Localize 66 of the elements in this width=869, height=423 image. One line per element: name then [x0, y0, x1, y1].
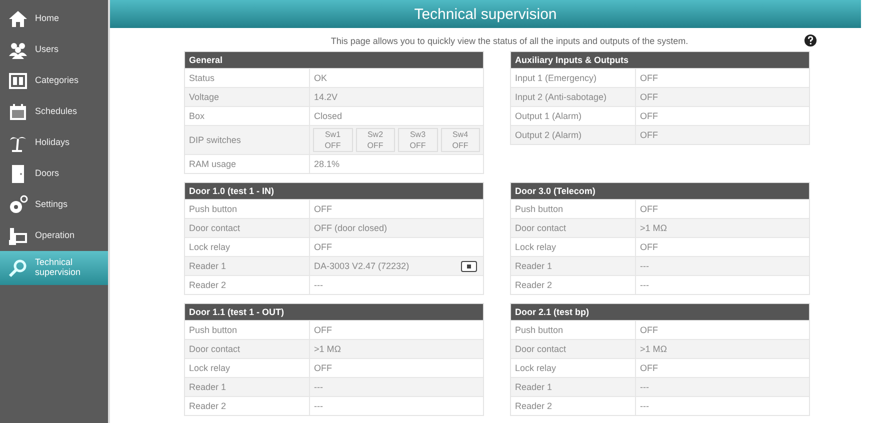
sidebar-item[interactable]: Home — [0, 3, 108, 34]
table-cell-text: OFF — [639, 241, 659, 254]
table-cell-text: Closed — [313, 110, 344, 123]
table-cell: RAM usage — [185, 155, 310, 173]
table-cell-text: 14.2V — [313, 91, 339, 104]
sidebar-item[interactable]: Technical supervision — [0, 251, 108, 285]
table-cell: Reader 2 — [185, 397, 310, 415]
sidebar-item[interactable]: Categories — [0, 65, 108, 96]
switch-value: OFF — [410, 140, 426, 151]
switch-value: OFF — [367, 140, 384, 151]
table-cell-text: --- — [639, 400, 650, 413]
panel-header: Auxiliary Inputs & Outputs — [511, 52, 809, 68]
switch-name: Sw4 — [452, 129, 468, 140]
table-cell-text: 28.1% — [313, 158, 341, 171]
table-cell-text: --- — [313, 279, 324, 292]
help-icon[interactable] — [804, 34, 817, 47]
table-cell-text: >1 MΩ — [639, 343, 668, 356]
panel-header: General — [185, 52, 483, 68]
panel-header: Door 1.0 (test 1 - IN) — [185, 183, 483, 199]
sidebar-item[interactable]: Schedules — [0, 96, 108, 127]
table-cell-text: --- — [313, 400, 324, 413]
table-cell-text: --- — [639, 381, 650, 394]
table-cell: DA-3003 V2.47 (72232) — [314, 261, 410, 271]
sidebar-item[interactable]: Operation — [0, 220, 108, 251]
table-cell: Reader 2 — [511, 397, 636, 415]
table-cell-text: OFF — [313, 362, 333, 375]
table-cell-text: OFF — [313, 241, 333, 254]
reader-info-icon[interactable] — [461, 260, 477, 272]
table-cell-text: OFF — [639, 362, 659, 375]
panel-header: Door 3.0 (Telecom) — [511, 183, 809, 199]
intro-text: This page allows you to quickly view the status of all the inputs and outputs of the system. — [330, 36, 688, 46]
house-icon — [8, 8, 28, 28]
panel-header: Door 1.1 (test 1 - OUT) — [185, 304, 483, 320]
table-cell-text: --- — [639, 260, 650, 273]
table-cell: Output 2 (Alarm) — [511, 126, 636, 144]
cards-icon — [8, 70, 28, 90]
switch-name: Sw2 — [367, 129, 384, 140]
table-cell-text: --- — [313, 381, 324, 394]
table-cell-text: OFF — [639, 72, 659, 85]
calendar-icon — [8, 102, 28, 122]
sidebar-item[interactable]: Doors — [0, 158, 108, 189]
panel-header: Door 2.1 (test bp) — [511, 304, 809, 320]
table-cell-text: OFF — [313, 324, 333, 337]
table-cell-text: OFF — [313, 203, 333, 216]
switch-value: OFF — [324, 140, 341, 151]
table-cell: Reader 2 — [511, 276, 636, 294]
table-cell: Reader 2 — [185, 276, 310, 294]
table-cell-text: OFF — [639, 203, 659, 216]
table-cell-text: OFF — [639, 110, 659, 123]
table-cell-text: >1 MΩ — [639, 222, 668, 235]
sidebar-item[interactable]: Holidays — [0, 127, 108, 158]
sidebar-item[interactable]: Settings — [0, 189, 108, 220]
switch-value: OFF — [452, 140, 468, 151]
sidebar-item[interactable]: Users — [0, 34, 108, 65]
search-icon — [8, 258, 28, 278]
table-cell-text: OFF — [639, 324, 659, 337]
switch-name: Sw1 — [324, 129, 341, 140]
table-cell-text: OFF — [639, 91, 659, 104]
table-cell-text: OFF — [639, 129, 659, 142]
switch-name: Sw3 — [410, 129, 426, 140]
table-cell-text: >1 MΩ — [313, 343, 342, 356]
gears-icon — [8, 194, 28, 214]
table-cell-text: --- — [639, 279, 650, 292]
table-cell-text: OK — [313, 72, 328, 85]
page-title: Technical supervision — [414, 6, 557, 22]
table-cell-text: OFF (door closed) — [313, 222, 388, 235]
